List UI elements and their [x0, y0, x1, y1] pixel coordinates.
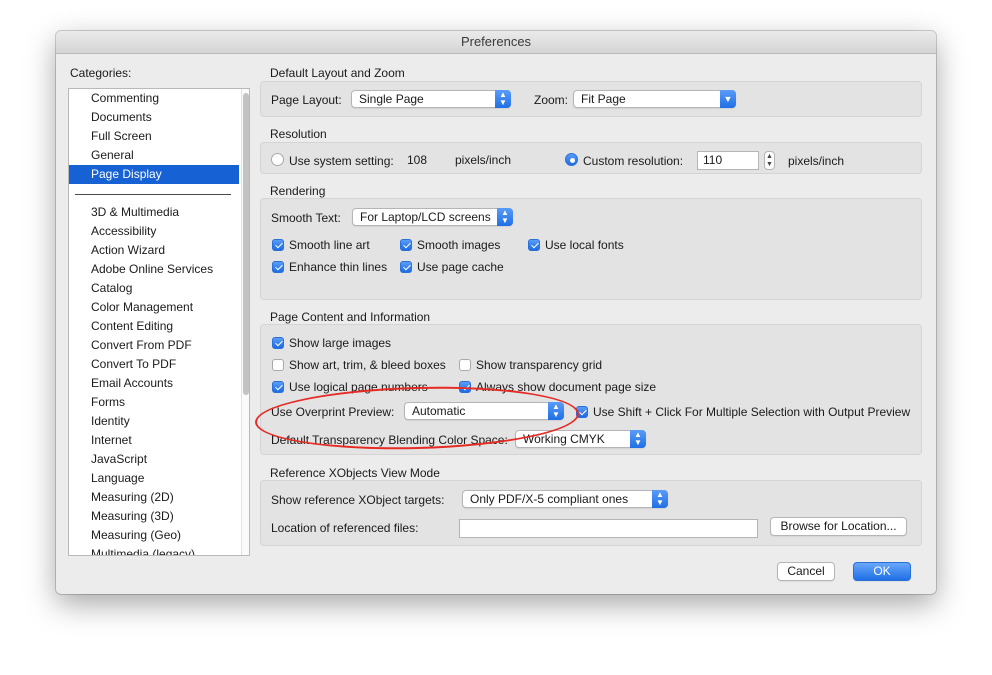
page-layout-popup[interactable]: Single Page ▲ ▼ — [351, 90, 511, 108]
show-transparency-grid-checkbox[interactable] — [459, 359, 471, 371]
referenced-files-location-label: Location of referenced files: — [271, 521, 419, 535]
smooth-images-checkbox[interactable] — [400, 239, 412, 251]
category-commenting[interactable]: Commenting — [69, 89, 239, 108]
show-transparency-grid-label: Show transparency grid — [476, 358, 603, 372]
category-language[interactable]: Language — [69, 469, 239, 488]
category-content-editing[interactable]: Content Editing — [69, 317, 239, 336]
smooth-text-label: Smooth Text: — [271, 211, 341, 225]
xobject-targets-value: Only PDF/X-5 compliant ones — [470, 492, 629, 506]
category-forms[interactable]: Forms — [69, 393, 239, 412]
blending-color-space-label: Default Transparency Blending Color Spac… — [271, 433, 508, 447]
custom-resolution-field[interactable]: 110 — [697, 151, 759, 170]
category-accessibility[interactable]: Accessibility — [69, 222, 239, 241]
updown-arrows-icon: ▲ ▼ — [652, 490, 668, 508]
category-action-wizard[interactable]: Action Wizard — [69, 241, 239, 260]
category-convert-to-pdf[interactable]: Convert To PDF — [69, 355, 239, 374]
enhance-thin-lines-label: Enhance thin lines — [289, 260, 388, 274]
use-local-fonts-checkbox[interactable] — [528, 239, 540, 251]
xobjects-title: Reference XObjects View Mode — [270, 466, 440, 480]
smooth-text-popup[interactable]: For Laptop/LCD screens ▲ ▼ — [352, 208, 513, 226]
category-email-accounts[interactable]: Email Accounts — [69, 374, 239, 393]
updown-arrows-icon: ▲ ▼ — [630, 430, 646, 448]
system-setting-value: 108 — [407, 153, 428, 167]
overprint-preview-value: Automatic — [412, 404, 466, 418]
zoom-value: Fit Page — [581, 92, 626, 106]
shift-click-label: Use Shift + Click For Multiple Selection… — [593, 405, 911, 419]
categories-list[interactable]: Commenting Documents Full Screen General… — [68, 88, 250, 556]
use-local-fonts-label: Use local fonts — [545, 238, 624, 252]
category-documents[interactable]: Documents — [69, 108, 239, 127]
use-logical-page-numbers-label: Use logical page numbers — [289, 380, 428, 394]
category-separator — [75, 194, 231, 195]
zoom-label: Zoom: — [534, 93, 569, 107]
show-large-images-label: Show large images — [289, 336, 392, 350]
system-setting-label: Use system setting: — [289, 154, 394, 168]
page-layout-value: Single Page — [359, 92, 424, 106]
preferences-window: Preferences Categories: Commenting Docum… — [56, 31, 936, 594]
system-setting-radio[interactable] — [271, 153, 284, 166]
zoom-popup[interactable]: Fit Page ▼ — [573, 90, 736, 108]
show-art-trim-bleed-checkbox[interactable] — [272, 359, 284, 371]
layout-zoom-title: Default Layout and Zoom — [270, 66, 405, 80]
chevron-down-icon: ▼ — [720, 90, 736, 108]
overprint-preview-label: Use Overprint Preview: — [271, 405, 395, 419]
enhance-thin-lines-checkbox[interactable] — [272, 261, 284, 273]
blending-color-space-value: Working CMYK — [523, 432, 605, 446]
blending-color-space-popup[interactable]: Working CMYK ▲ ▼ — [515, 430, 646, 448]
use-page-cache-checkbox[interactable] — [400, 261, 412, 273]
updown-arrows-icon: ▲ ▼ — [495, 90, 511, 108]
category-internet[interactable]: Internet — [69, 431, 239, 450]
category-convert-from-pdf[interactable]: Convert From PDF — [69, 336, 239, 355]
category-multimedia-legacy[interactable]: Multimedia (legacy) — [69, 545, 239, 555]
system-setting-unit: pixels/inch — [455, 153, 512, 167]
cancel-button[interactable]: Cancel — [777, 562, 835, 581]
page-content-title: Page Content and Information — [270, 310, 431, 324]
category-full-screen[interactable]: Full Screen — [69, 127, 239, 146]
custom-resolution-radio[interactable] — [565, 153, 578, 166]
category-general[interactable]: General — [69, 146, 239, 165]
smooth-line-art-checkbox[interactable] — [272, 239, 284, 251]
use-logical-page-numbers-checkbox[interactable] — [272, 381, 284, 393]
category-identity[interactable]: Identity — [69, 412, 239, 431]
updown-arrows-icon: ▲ ▼ — [497, 208, 513, 226]
category-javascript[interactable]: JavaScript — [69, 450, 239, 469]
use-page-cache-label: Use page cache — [417, 260, 504, 274]
category-measuring-3d[interactable]: Measuring (3D) — [69, 507, 239, 526]
rendering-title: Rendering — [270, 184, 326, 198]
smooth-line-art-label: Smooth line art — [289, 238, 370, 252]
category-page-display[interactable]: Page Display — [69, 165, 239, 184]
overprint-preview-popup[interactable]: Automatic ▲ ▼ — [404, 402, 564, 420]
browse-location-button[interactable]: Browse for Location... — [770, 517, 907, 536]
categories-heading: Categories: — [70, 66, 132, 80]
updown-arrows-icon: ▲ ▼ — [548, 402, 564, 420]
category-measuring-2d[interactable]: Measuring (2D) — [69, 488, 239, 507]
ok-button[interactable]: OK — [853, 562, 911, 581]
show-large-images-checkbox[interactable] — [272, 337, 284, 349]
page-layout-label: Page Layout: — [271, 93, 342, 107]
category-adobe-online-services[interactable]: Adobe Online Services — [69, 260, 239, 279]
category-color-management[interactable]: Color Management — [69, 298, 239, 317]
category-3d-multimedia[interactable]: 3D & Multimedia — [69, 203, 239, 222]
scrollbar-thumb[interactable] — [243, 93, 249, 395]
resolution-stepper[interactable]: ▲ ▼ — [764, 151, 775, 170]
shift-click-checkbox[interactable] — [576, 406, 588, 418]
always-show-page-size-checkbox[interactable] — [459, 381, 471, 393]
show-art-trim-bleed-label: Show art, trim, & bleed boxes — [289, 358, 446, 372]
category-measuring-geo[interactable]: Measuring (Geo) — [69, 526, 239, 545]
custom-resolution-label: Custom resolution: — [583, 154, 684, 168]
smooth-images-label: Smooth images — [417, 238, 501, 252]
resolution-title: Resolution — [270, 127, 327, 141]
categories-scrollbar[interactable] — [241, 89, 249, 555]
smooth-text-value: For Laptop/LCD screens — [360, 210, 491, 224]
xobject-targets-popup[interactable]: Only PDF/X-5 compliant ones ▲ ▼ — [462, 490, 668, 508]
category-catalog[interactable]: Catalog — [69, 279, 239, 298]
custom-resolution-unit: pixels/inch — [788, 154, 845, 168]
always-show-page-size-label: Always show document page size — [476, 380, 657, 394]
xobject-targets-label: Show reference XObject targets: — [271, 493, 445, 507]
referenced-files-location-field[interactable] — [459, 519, 758, 538]
window-title: Preferences — [56, 31, 936, 54]
